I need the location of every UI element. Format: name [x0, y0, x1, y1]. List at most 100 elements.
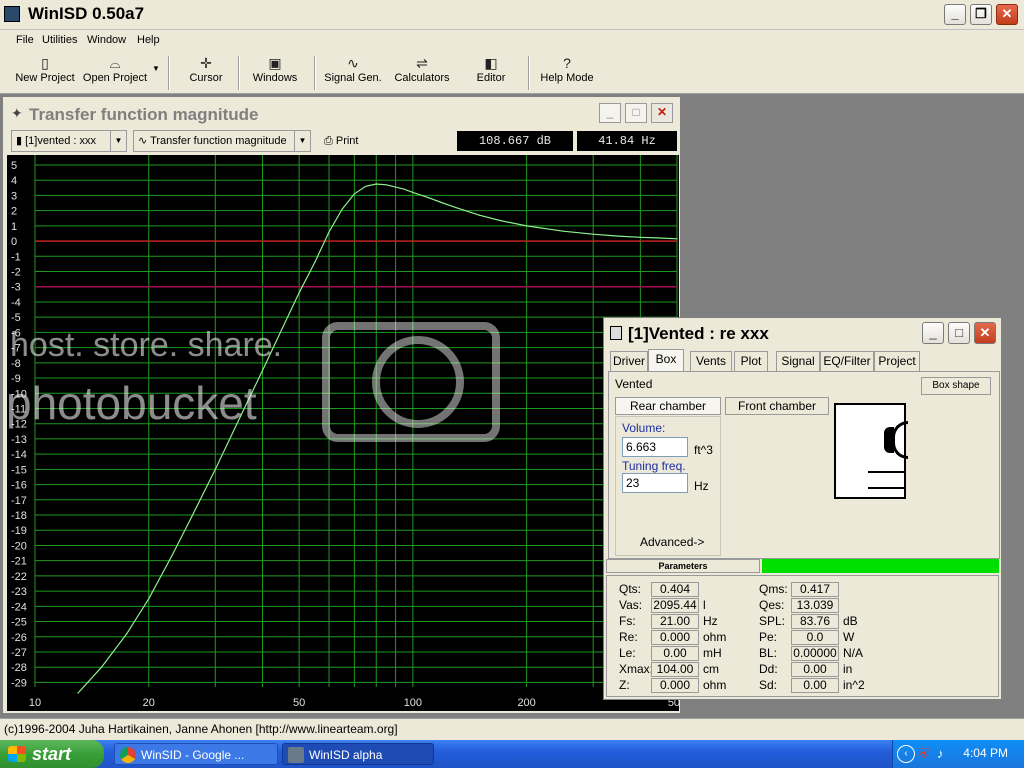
y-tick-label: -16 — [11, 480, 27, 492]
parameter-row: SPL: 83.76 dB — [607, 614, 997, 630]
parameter-row: Qms: 0.417 — [607, 582, 997, 598]
data-point — [298, 292, 300, 294]
menu-window[interactable]: Window — [87, 34, 126, 46]
y-tick-label: 5 — [11, 160, 17, 172]
print-button[interactable]: ⎙ Print — [319, 130, 369, 152]
y-tick-label: 2 — [11, 206, 17, 218]
taskbar-item-label: WinISD alpha — [309, 748, 383, 762]
tray-expand-icon[interactable]: ‹ — [897, 745, 915, 763]
menu-file[interactable]: File — [16, 34, 34, 46]
plot-close-button[interactable]: ✕ — [651, 103, 673, 123]
print-label: Print — [335, 135, 359, 147]
data-point — [191, 515, 193, 518]
project-icon: ▮ — [16, 135, 26, 147]
transfer-function-window: ✦ Transfer function magnitude _ □ ✕ ▮ [1… — [2, 96, 681, 714]
data-point — [394, 186, 397, 188]
y-tick-label: -28 — [11, 662, 27, 674]
signal-gen-button[interactable]: ∿ Signal Gen. — [322, 54, 384, 92]
advanced-button[interactable]: Advanced-> — [640, 535, 704, 549]
box-diagram — [834, 403, 908, 499]
tab-plot[interactable]: Plot — [734, 351, 768, 371]
start-button[interactable]: start — [0, 740, 104, 768]
volume-input[interactable]: 6.663 — [622, 437, 688, 457]
restore-button[interactable]: ❐ — [970, 4, 992, 25]
y-tick-label: -5 — [11, 312, 21, 324]
close-button[interactable]: ✕ — [996, 4, 1018, 25]
data-point — [442, 202, 444, 204]
tab-project[interactable]: Project — [874, 351, 920, 371]
box-close-button[interactable]: ✕ — [974, 322, 996, 344]
security-shield-icon[interactable]: ⛨ — [919, 746, 929, 762]
minimize-button[interactable]: _ — [944, 4, 966, 25]
x-tick-label: 200 — [517, 697, 535, 709]
toolbar-separator — [168, 56, 170, 90]
chevron-down-icon[interactable]: ▼ — [110, 131, 126, 151]
box-shape-button[interactable]: Box shape — [921, 377, 991, 395]
data-point — [148, 598, 150, 600]
app-title: WinISD 0.50a7 — [28, 4, 145, 23]
toolbar-separator — [528, 56, 530, 90]
data-point — [365, 185, 367, 187]
tab-signal[interactable]: Signal — [776, 351, 820, 371]
y-tick-label: -27 — [11, 647, 27, 659]
volume-label: Volume: — [622, 421, 666, 435]
printer-icon: ⎙ — [324, 135, 336, 147]
rear-chamber-group: Volume: 6.663 ft^3 Tuning freq. 23 Hz Ad… — [615, 416, 721, 556]
parameter-name: Dd: — [759, 662, 778, 676]
tuning-freq-unit: Hz — [694, 479, 709, 493]
y-tick-label: -23 — [11, 586, 27, 598]
winisd-icon — [288, 747, 304, 763]
parameter-row: Pe: 0.0 W — [607, 630, 997, 646]
editor-label: Editor — [476, 72, 506, 84]
app-icon — [4, 6, 20, 22]
data-point — [592, 233, 594, 235]
box-minimize-button[interactable]: _ — [922, 322, 944, 344]
cursor-button[interactable]: ✛ Cursor — [186, 54, 226, 92]
y-tick-label: 3 — [11, 190, 17, 202]
windows-button[interactable]: ▣ Windows — [250, 54, 300, 92]
editor-button[interactable]: ◧ Editor — [474, 54, 508, 92]
data-point — [100, 666, 103, 668]
parameter-value: 83.76 — [791, 614, 839, 629]
tab-eq-filter[interactable]: EQ/Filter — [820, 351, 874, 371]
tab-box[interactable]: Box — [648, 349, 684, 371]
new-project-button[interactable]: ▯ New Project — [14, 54, 76, 92]
box-maximize-button[interactable]: □ — [948, 322, 970, 344]
rear-chamber-tab[interactable]: Rear chamber — [615, 397, 721, 415]
data-point — [171, 555, 173, 557]
help-mode-button[interactable]: ? Help Mode — [540, 54, 594, 92]
chevron-down-icon[interactable]: ▼ — [294, 131, 310, 151]
transfer-function-plot[interactable]: 5 4 3 2 1 0 -1 -2 -3 -4 -5 -6 -7 -8 -9 -10 -11 -12 -13 -14-… — [7, 155, 679, 711]
front-chamber-tab[interactable]: Front chamber — [725, 397, 829, 415]
tuning-freq-label: Tuning freq. — [622, 459, 686, 473]
parameters-header: Parameters — [606, 559, 999, 573]
tab-vents[interactable]: Vents — [690, 351, 732, 371]
data-point — [328, 231, 330, 233]
menu-help[interactable]: Help — [137, 34, 160, 46]
menu-utilities[interactable]: Utilities — [42, 34, 77, 46]
parameter-name: SPL: — [759, 614, 786, 628]
plot-minimize-button[interactable]: _ — [599, 103, 621, 123]
box-type-label: Vented — [615, 377, 653, 391]
y-tick-label: -9 — [11, 373, 21, 385]
data-point — [526, 225, 528, 227]
project-select[interactable]: ▮ [1]vented : xxx ▼ — [11, 130, 127, 152]
plot-type-select[interactable]: ∿ Transfer function magnitude ▼ — [133, 130, 311, 152]
tab-driver[interactable]: Driver — [610, 351, 648, 371]
calculators-button[interactable]: ⇌ Calculators — [392, 54, 452, 92]
speaker-tray-icon[interactable]: ♪ — [937, 746, 944, 761]
taskbar-item-label: WinSID - Google ... — [141, 748, 245, 762]
taskbar-item-winisd[interactable]: WinISD alpha — [282, 743, 434, 765]
y-tick-label: -10 — [11, 388, 27, 400]
x-tick-label: 10 — [29, 697, 41, 709]
taskbar: start WinSID - Google ... WinISD alpha ‹… — [0, 740, 1024, 768]
transfer-function-chart[interactable]: 543210-1-2-3-4-5-6-7-8-9-10-11-12-13-14-… — [7, 155, 679, 711]
y-tick-label: -11 — [11, 403, 26, 415]
tuning-freq-input[interactable]: 23 — [622, 473, 688, 493]
taskbar-item-chrome[interactable]: WinSID - Google ... — [114, 743, 278, 765]
open-project-button[interactable]: ⌓ Open Project — [82, 54, 148, 92]
plot-maximize-button[interactable]: □ — [625, 103, 647, 123]
data-point — [314, 261, 316, 263]
parameter-row: Sd: 0.00 in^2 — [607, 678, 997, 694]
parameter-value: 0.00 — [791, 662, 839, 677]
